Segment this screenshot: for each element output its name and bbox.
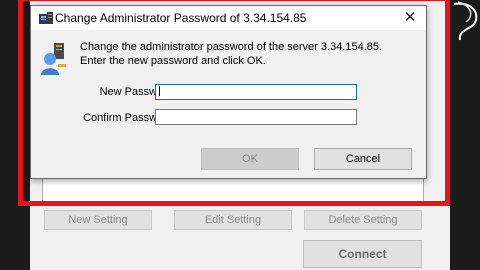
dialog-titlebar[interactable]: Change Administrator Password of 3.34.15… — [31, 6, 426, 30]
text-caret — [159, 86, 160, 96]
delete-setting-button[interactable]: Delete Setting — [304, 210, 422, 230]
ok-button[interactable]: OK — [201, 148, 299, 170]
change-password-dialog: Change Administrator Password of 3.34.15… — [30, 5, 427, 179]
close-button[interactable]: ✕ — [394, 6, 426, 30]
scribble-decoration — [453, 1, 478, 41]
confirm-password-field[interactable] — [155, 109, 357, 125]
new-password-field[interactable] — [155, 84, 357, 100]
server-icon — [39, 12, 53, 24]
user-key-icon — [41, 43, 66, 75]
cancel-button[interactable]: Cancel — [314, 148, 412, 170]
edit-setting-button[interactable]: Edit Setting — [174, 210, 292, 230]
dialog-message: Change the administrator password of the… — [80, 41, 383, 67]
connect-button[interactable]: Connect — [303, 240, 422, 268]
new-setting-button[interactable]: New Setting — [44, 210, 152, 230]
dialog-title: Change Administrator Password of 3.34.15… — [55, 11, 307, 25]
